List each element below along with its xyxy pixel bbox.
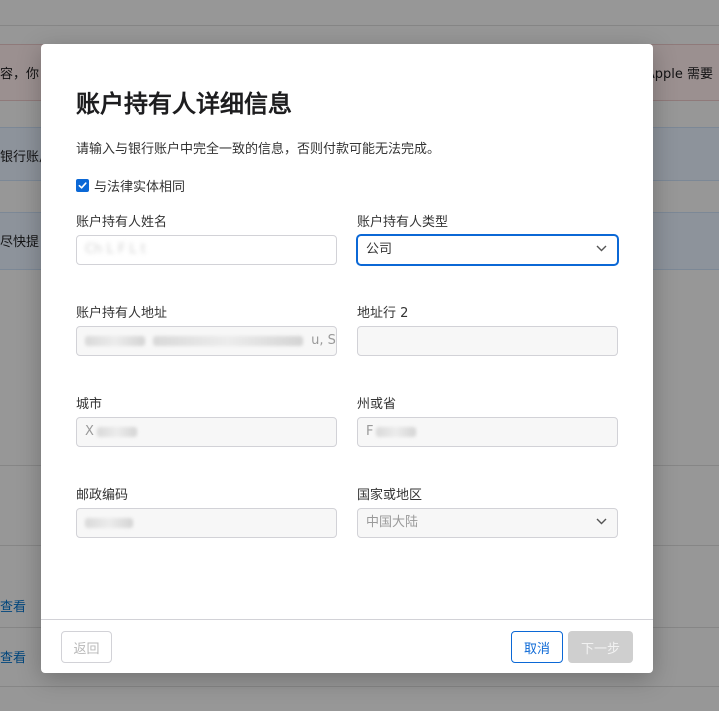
country-select[interactable]: 中国大陆 xyxy=(357,508,618,538)
modal-description: 请输入与银行账户中完全一致的信息，否则付款可能无法完成。 xyxy=(76,142,441,157)
redacted-text xyxy=(153,335,303,346)
address-line2-label: 地址行 2 xyxy=(357,306,409,321)
redacted-text xyxy=(85,335,145,346)
holder-name-input[interactable]: Ch L F L t xyxy=(76,235,337,265)
country-label: 国家或地区 xyxy=(357,488,423,503)
same-as-entity-checkbox[interactable] xyxy=(76,179,89,192)
state-input[interactable]: F xyxy=(357,417,618,447)
address-value: u, Sl xyxy=(307,333,337,348)
address-label: 账户持有人地址 xyxy=(76,306,168,321)
country-value: 中国大陆 xyxy=(366,515,419,530)
modal-title: 账户持有人详细信息 xyxy=(76,90,292,118)
state-label: 州或省 xyxy=(357,397,397,412)
postal-code-label: 邮政编码 xyxy=(76,488,129,503)
city-label: 城市 xyxy=(76,397,103,412)
cancel-button[interactable]: 取消 xyxy=(511,631,563,663)
next-button[interactable]: 下一步 xyxy=(568,631,633,663)
postal-code-input[interactable] xyxy=(76,508,337,538)
state-value: F xyxy=(366,424,374,439)
holder-type-value: 公司 xyxy=(366,242,393,257)
holder-type-label: 账户持有人类型 xyxy=(357,215,449,230)
chevron-down-icon xyxy=(596,245,607,252)
chevron-down-icon xyxy=(596,518,607,525)
checkmark-icon xyxy=(78,182,87,189)
address-line2-input[interactable] xyxy=(357,326,618,356)
holder-name-label: 账户持有人姓名 xyxy=(76,215,168,230)
redacted-text xyxy=(96,426,137,437)
redacted-text xyxy=(376,426,417,437)
back-button[interactable]: 返回 xyxy=(61,631,112,663)
footer-divider xyxy=(41,619,653,620)
same-as-entity-label: 与法律实体相同 xyxy=(94,180,186,195)
account-holder-modal: 账户持有人详细信息 请输入与银行账户中完全一致的信息，否则付款可能无法完成。 与… xyxy=(41,44,653,673)
holder-type-select[interactable]: 公司 xyxy=(357,235,618,265)
city-input[interactable]: X xyxy=(76,417,337,447)
same-as-entity-row[interactable]: 与法律实体相同 xyxy=(76,176,185,195)
address-input[interactable]: u, Sl xyxy=(76,326,337,356)
city-value: X xyxy=(85,424,94,439)
redacted-text xyxy=(85,517,133,528)
holder-name-value: Ch L F L t xyxy=(85,242,146,257)
